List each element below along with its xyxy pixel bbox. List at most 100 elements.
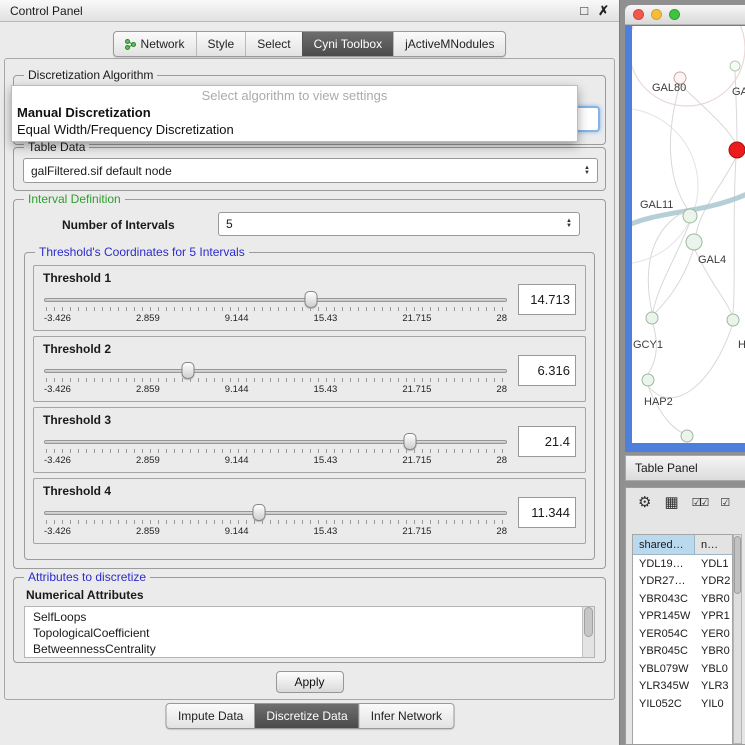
node-label: GAL80	[652, 82, 686, 94]
list-item[interactable]: BetweennessCentrality	[33, 641, 594, 657]
dropdown-option-manual[interactable]: Manual Discretization	[12, 104, 577, 121]
slider-thumb[interactable]	[305, 291, 318, 308]
slider-thumb[interactable]	[181, 362, 194, 379]
tab-discretize-data[interactable]: Discretize Data	[254, 704, 358, 728]
graph-node[interactable]	[646, 312, 658, 324]
graph-node-selected[interactable]	[729, 142, 745, 158]
bottom-tabbar: Impute Data Discretize Data Infer Networ…	[1, 703, 620, 729]
threshold-4-panel: Threshold 4 -3.426 2.859 9.144 15.43 21.…	[33, 478, 586, 544]
slider-thumb[interactable]	[403, 433, 416, 450]
selection-mode-icon[interactable]: ☑	[720, 495, 728, 511]
slider-tick-labels: -3.426 2.859 9.144 15.43 21.715 28	[44, 313, 507, 324]
num-intervals-select[interactable]: 5 ▲▼	[218, 212, 580, 236]
table-row[interactable]: YIL052C YIL0	[633, 695, 732, 713]
node-table: shared… n… YDL19… YDL1 YDR27… YDR2 YBR04…	[632, 534, 733, 744]
tab-impute-data[interactable]: Impute Data	[167, 704, 254, 728]
slider-ticks	[46, 378, 505, 382]
float-window-icon[interactable]: □	[580, 3, 588, 19]
threshold-2-panel: Threshold 2 -3.426 2.859 9.144 15.43 21.…	[33, 336, 586, 402]
table-data-group-title: Table Data	[24, 140, 89, 154]
graph-node[interactable]	[730, 61, 740, 71]
network-canvas[interactable]: GAL80 GA GAL11 GAL4 GCY1 HAP2 H	[632, 26, 745, 443]
top-tabbar: Network Style Select Cyni Toolbox jActiv…	[0, 31, 619, 57]
minimize-traffic-light[interactable]	[651, 9, 662, 20]
dropdown-option-equal-width[interactable]: Equal Width/Frequency Discretization	[12, 121, 577, 138]
threshold-1-value-field[interactable]: 14.713	[518, 284, 576, 315]
columns-icon[interactable]: ▦	[664, 495, 678, 511]
attributes-group: Attributes to discretize Numerical Attri…	[13, 577, 606, 663]
close-traffic-light[interactable]	[633, 9, 644, 20]
threshold-1-panel: Threshold 1 -3.426 2.859 9.144 15.43 21.…	[33, 265, 586, 331]
tab-infer-network[interactable]: Infer Network	[359, 704, 453, 728]
threshold-1-slider[interactable]: -3.426 2.859 9.144 15.43 21.715 28	[44, 290, 507, 330]
scrollbar-thumb[interactable]	[584, 607, 593, 637]
interval-definition-title: Interval Definition	[24, 192, 125, 206]
graph-node[interactable]	[686, 234, 702, 250]
table-row[interactable]: YBR043C YBR0	[633, 590, 732, 608]
table-row[interactable]: YER054C YER0	[633, 625, 732, 643]
threshold-2-slider[interactable]: -3.426 2.859 9.144 15.43 21.715 28	[44, 361, 507, 401]
list-item[interactable]: TopologicalCoefficient	[33, 625, 594, 641]
table-row[interactable]: YBL079W YBL0	[633, 660, 732, 678]
slider-track[interactable]	[44, 369, 507, 373]
column-header-shared-name[interactable]: shared…	[633, 535, 695, 554]
node-label: HAP2	[644, 396, 673, 408]
slider-track[interactable]	[44, 440, 507, 444]
tab-style[interactable]: Style	[196, 32, 246, 56]
scrollbar-thumb[interactable]	[734, 536, 741, 594]
network-graph	[632, 26, 745, 443]
list-item[interactable]: SelfLoops	[33, 609, 594, 625]
table-row[interactable]: YPR145W YPR1	[633, 608, 732, 626]
graph-node[interactable]	[642, 374, 654, 386]
algorithm-dropdown-popup: Select algorithm to view settings Manual…	[11, 85, 578, 142]
attribute-list-scrollbar[interactable]	[582, 607, 594, 657]
table-row[interactable]: YDL19… YDL1	[633, 555, 732, 573]
table-row[interactable]: YBR045C YBR0	[633, 643, 732, 661]
node-label: GA	[732, 86, 745, 98]
zoom-traffic-light[interactable]	[669, 9, 680, 20]
table-data-select[interactable]: galFiltered.sif default node ▲▼	[23, 158, 598, 183]
threshold-4-value-field[interactable]: 11.344	[518, 497, 576, 528]
thresholds-group-title: Threshold's Coordinates for 5 Intervals	[35, 245, 249, 259]
window-title: Control Panel	[10, 4, 83, 18]
threshold-3-slider[interactable]: -3.426 2.859 9.144 15.43 21.715 28	[44, 432, 507, 472]
column-header-name[interactable]: n…	[695, 535, 732, 554]
slider-thumb[interactable]	[253, 504, 266, 521]
table-data-value: galFiltered.sif default node	[31, 164, 172, 178]
control-panel-titlebar: Control Panel □ ✗	[0, 0, 619, 22]
node-label: GCY1	[633, 339, 663, 351]
table-header-row: shared… n…	[633, 535, 732, 555]
threshold-1-label: Threshold 1	[43, 271, 111, 285]
cyni-toolbox-panel: Discretization Algorithm Select algorith…	[4, 58, 615, 700]
num-intervals-value: 5	[226, 217, 233, 231]
select-all-icon[interactable]: ☑☑	[692, 495, 708, 511]
interval-definition-group: Interval Definition Number of Intervals …	[13, 199, 606, 569]
thresholds-group: Threshold's Coordinates for 5 Intervals …	[24, 252, 595, 560]
network-window-titlebar[interactable]	[625, 5, 745, 25]
tab-network-label: Network	[141, 37, 185, 51]
table-scrollbar[interactable]	[733, 534, 742, 744]
apply-button[interactable]: Apply	[275, 671, 343, 693]
graph-node[interactable]	[681, 430, 693, 442]
tab-jactivemnodules[interactable]: jActiveMNodules	[393, 32, 505, 56]
threshold-2-value-field[interactable]: 6.316	[518, 355, 576, 386]
slider-track[interactable]	[44, 298, 507, 302]
tab-cyni-toolbox[interactable]: Cyni Toolbox	[302, 32, 393, 56]
table-row[interactable]: YDR27… YDR2	[633, 573, 732, 591]
threshold-4-label: Threshold 4	[43, 484, 111, 498]
node-label: H	[738, 339, 745, 351]
table-data-group: Table Data galFiltered.sif default node …	[13, 147, 606, 191]
tab-select[interactable]: Select	[245, 32, 301, 56]
gear-icon[interactable]: ⚙	[638, 495, 651, 511]
threshold-3-value-field[interactable]: 21.4	[518, 426, 576, 457]
graph-node[interactable]	[727, 314, 739, 326]
slider-track[interactable]	[44, 511, 507, 515]
slider-tick-labels: -3.426 2.859 9.144 15.43 21.715 28	[44, 455, 507, 466]
slider-tick-labels: -3.426 2.859 9.144 15.43 21.715 28	[44, 526, 507, 537]
tab-network[interactable]: Network	[114, 32, 196, 56]
node-label: GAL11	[640, 199, 673, 211]
graph-node[interactable]	[683, 209, 697, 223]
table-row[interactable]: YLR345W YLR3	[633, 678, 732, 696]
threshold-4-slider[interactable]: -3.426 2.859 9.144 15.43 21.715 28	[44, 503, 507, 543]
close-icon[interactable]: ✗	[598, 3, 609, 19]
